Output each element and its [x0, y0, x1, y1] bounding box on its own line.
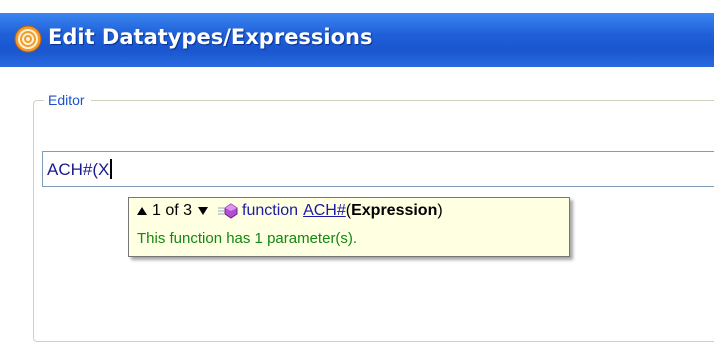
editor-text[interactable]: ACH#(X	[47, 159, 113, 180]
function-icon	[218, 203, 238, 219]
arrow-up-icon[interactable]	[137, 207, 147, 215]
function-name-link[interactable]: ACH#	[303, 202, 346, 220]
function-keyword: function	[242, 202, 299, 219]
close-paren: )	[437, 202, 443, 219]
signature-row: 1 of 3 function ACH# ( Expression )	[137, 202, 443, 220]
arrow-down-icon[interactable]	[198, 207, 209, 215]
expression-editor-input[interactable]: ACH#(X	[42, 151, 714, 187]
background-strip	[0, 0, 714, 13]
app-orb-icon	[14, 25, 42, 53]
edit-datatypes-window: Edit Datatypes/Expressions Editor ACH#(X…	[0, 13, 714, 342]
dialog-client-area: Editor ACH#(X 1 of 3 function ACH# (Exp…	[0, 67, 714, 342]
editor-group-label: Editor	[44, 92, 91, 108]
parameter-name: Expression	[351, 202, 438, 219]
overload-counter: 1 of 3	[152, 202, 193, 219]
function-description: This function has 1 parameter(s).	[137, 230, 358, 247]
title-bar[interactable]: Edit Datatypes/Expressions	[0, 13, 714, 67]
editor-value: ACH#(X	[47, 160, 110, 179]
text-caret	[110, 159, 113, 179]
signature-help-tooltip: 1 of 3 function ACH# ( Expression ) This…	[128, 197, 570, 257]
window-title: Edit Datatypes/Expressions	[48, 25, 373, 49]
